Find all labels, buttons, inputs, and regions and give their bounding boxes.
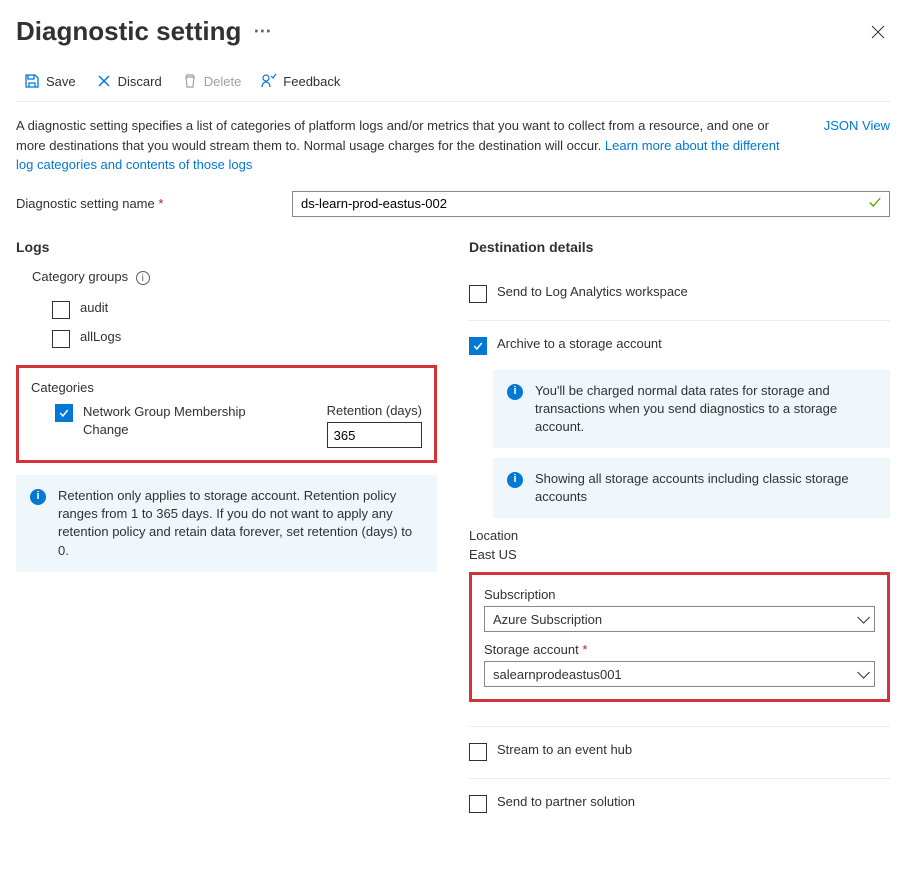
close-icon[interactable] [866,20,890,49]
chevron-down-icon [857,667,866,682]
alllogs-checkbox[interactable] [52,330,70,348]
valid-check-icon [868,195,882,212]
name-label: Diagnostic setting name * [16,196,276,211]
partner-checkbox[interactable] [469,795,487,813]
storage-account-select[interactable]: salearnprodeastus001 [484,661,875,687]
law-label: Send to Log Analytics workspace [497,284,688,299]
category-groups-label: Category groups i [16,269,437,286]
info-circle-icon: i [507,472,523,488]
discard-icon [96,73,112,89]
storage-account-label: Storage account * [484,642,875,657]
retention-input[interactable] [327,422,422,448]
alllogs-label: allLogs [80,329,121,344]
categories-label: Categories [31,380,422,395]
storage-label: Archive to a storage account [497,336,662,351]
description-text: A diagnostic setting specifies a list of… [16,116,786,175]
info-circle-icon: i [507,384,523,400]
save-icon [24,73,40,89]
chevron-down-icon [857,612,866,627]
more-icon[interactable]: ⋯ [253,21,273,42]
law-checkbox[interactable] [469,285,487,303]
discard-button[interactable]: Discard [88,69,170,93]
category-checkbox[interactable] [55,404,73,422]
storage-all-note: i Showing all storage accounts including… [493,458,890,518]
location-value: East US [469,547,890,562]
eventhub-checkbox[interactable] [469,743,487,761]
page-title: Diagnostic setting [16,16,241,47]
partner-label: Send to partner solution [497,794,635,809]
retention-note-banner: i Retention only applies to storage acco… [16,475,437,572]
subscription-select[interactable]: Azure Subscription [484,606,875,632]
destination-heading: Destination details [469,239,890,255]
info-icon[interactable]: i [136,271,150,285]
delete-icon [182,73,198,89]
toolbar: Save Discard Delete Feedback [16,59,890,102]
feedback-button[interactable]: Feedback [253,69,348,93]
info-circle-icon: i [30,489,46,505]
feedback-icon [261,73,277,89]
eventhub-label: Stream to an event hub [497,742,632,757]
diagnostic-name-input[interactable] [292,191,890,217]
audit-label: audit [80,300,108,315]
category-label: Network Group Membership Change [83,403,263,439]
save-button[interactable]: Save [16,69,84,93]
retention-label: Retention (days) [327,403,422,418]
audit-checkbox[interactable] [52,301,70,319]
json-view-link[interactable]: JSON View [824,116,890,175]
subscription-label: Subscription [484,587,875,602]
storage-charge-note: i You'll be charged normal data rates fo… [493,370,890,449]
logs-heading: Logs [16,239,437,255]
location-label: Location [469,528,890,543]
delete-button: Delete [174,69,250,93]
storage-checkbox[interactable] [469,337,487,355]
